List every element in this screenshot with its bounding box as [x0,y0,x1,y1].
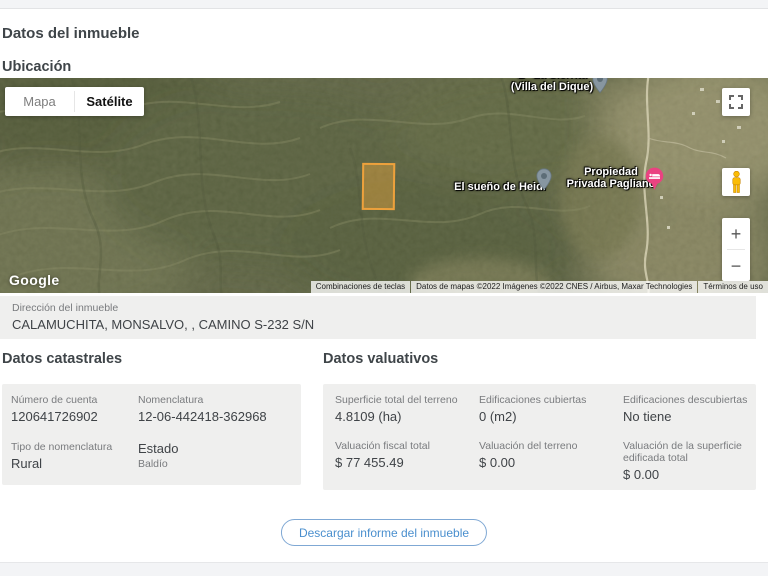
map-type-satellite-button[interactable]: Satélite [75,87,144,116]
place-pin-icon[interactable] [592,78,608,94]
pegman-button[interactable] [722,168,750,196]
download-report-button[interactable]: Descargar informe del inmueble [281,519,487,546]
zoom-control: + − [722,218,750,281]
map-data-attribution: Datos de mapas ©2022 Imágenes ©2022 CNES… [411,281,697,293]
terms-of-use-link[interactable]: Términos de uso [698,281,768,293]
address-value: CALAMUCHITA, MONSALVO, , CAMINO S-232 S/… [12,317,744,332]
place-pin-icon[interactable] [536,168,552,191]
valuation-heading: Datos valuativos [323,351,438,367]
field-estado: Estado Baldío [138,441,295,471]
field-numero-de-cuenta: Número de cuenta 120641726902 [11,394,138,424]
map-attribution-bar: Combinaciones de teclas Datos de mapas ©… [310,281,768,293]
fullscreen-button[interactable] [722,88,750,116]
map-type-control: Mapa Satélite [5,87,144,116]
field-valuacion-fiscal-total: Valuación fiscal total $ 77 455.49 [335,440,479,482]
field-tipo-de-nomenclatura: Tipo de nomenclatura Rural [11,441,138,471]
property-data-page: Datos del inmueble Ubicación [0,0,768,576]
field-nomenclatura: Nomenclatura 12-06-442418-362968 [138,394,295,424]
location-heading: Ubicación [2,59,71,75]
parcel-highlight[interactable] [362,163,395,210]
google-logo[interactable]: Google [9,272,60,288]
zoom-in-button[interactable]: + [722,218,750,249]
page-title: Datos del inmueble [2,25,140,42]
map-canvas[interactable]: B° La Sierrita (Villa del Dique) El sueñ… [0,78,768,293]
field-edificaciones-cubiertas: Edificaciones cubiertas 0 (m2) [479,394,623,424]
fullscreen-icon [729,95,743,109]
pegman-icon [730,171,743,193]
lodging-pin-icon[interactable] [645,167,664,191]
top-strip [0,0,768,9]
field-valuacion-del-terreno: Valuación del terreno $ 0.00 [479,440,623,482]
field-valuacion-superficie-edificada: Valuación de la superficie edificada tot… [623,440,748,482]
zoom-out-button[interactable]: − [722,250,750,281]
bottom-strip [0,562,768,576]
address-label: Dirección del inmueble [12,302,744,314]
field-superficie-total: Superficie total del terreno 4.8109 (ha) [335,394,479,424]
place-label-el-sueno-de-heidi: El sueño de Heidi [450,181,550,193]
cadastral-heading: Datos catastrales [2,351,122,367]
map-type-map-button[interactable]: Mapa [5,87,74,116]
address-panel: Dirección del inmueble CALAMUCHITA, MONS… [0,296,756,339]
place-label-la-sierrita: B° La Sierrita (Villa del Dique) [472,78,632,93]
cadastral-card: Número de cuenta 120641726902 Nomenclatu… [2,384,301,485]
field-edificaciones-descubiertas: Edificaciones descubiertas No tiene [623,394,748,424]
valuation-card: Superficie total del terreno 4.8109 (ha)… [323,384,756,490]
keyboard-shortcuts-link[interactable]: Combinaciones de teclas [311,281,410,293]
